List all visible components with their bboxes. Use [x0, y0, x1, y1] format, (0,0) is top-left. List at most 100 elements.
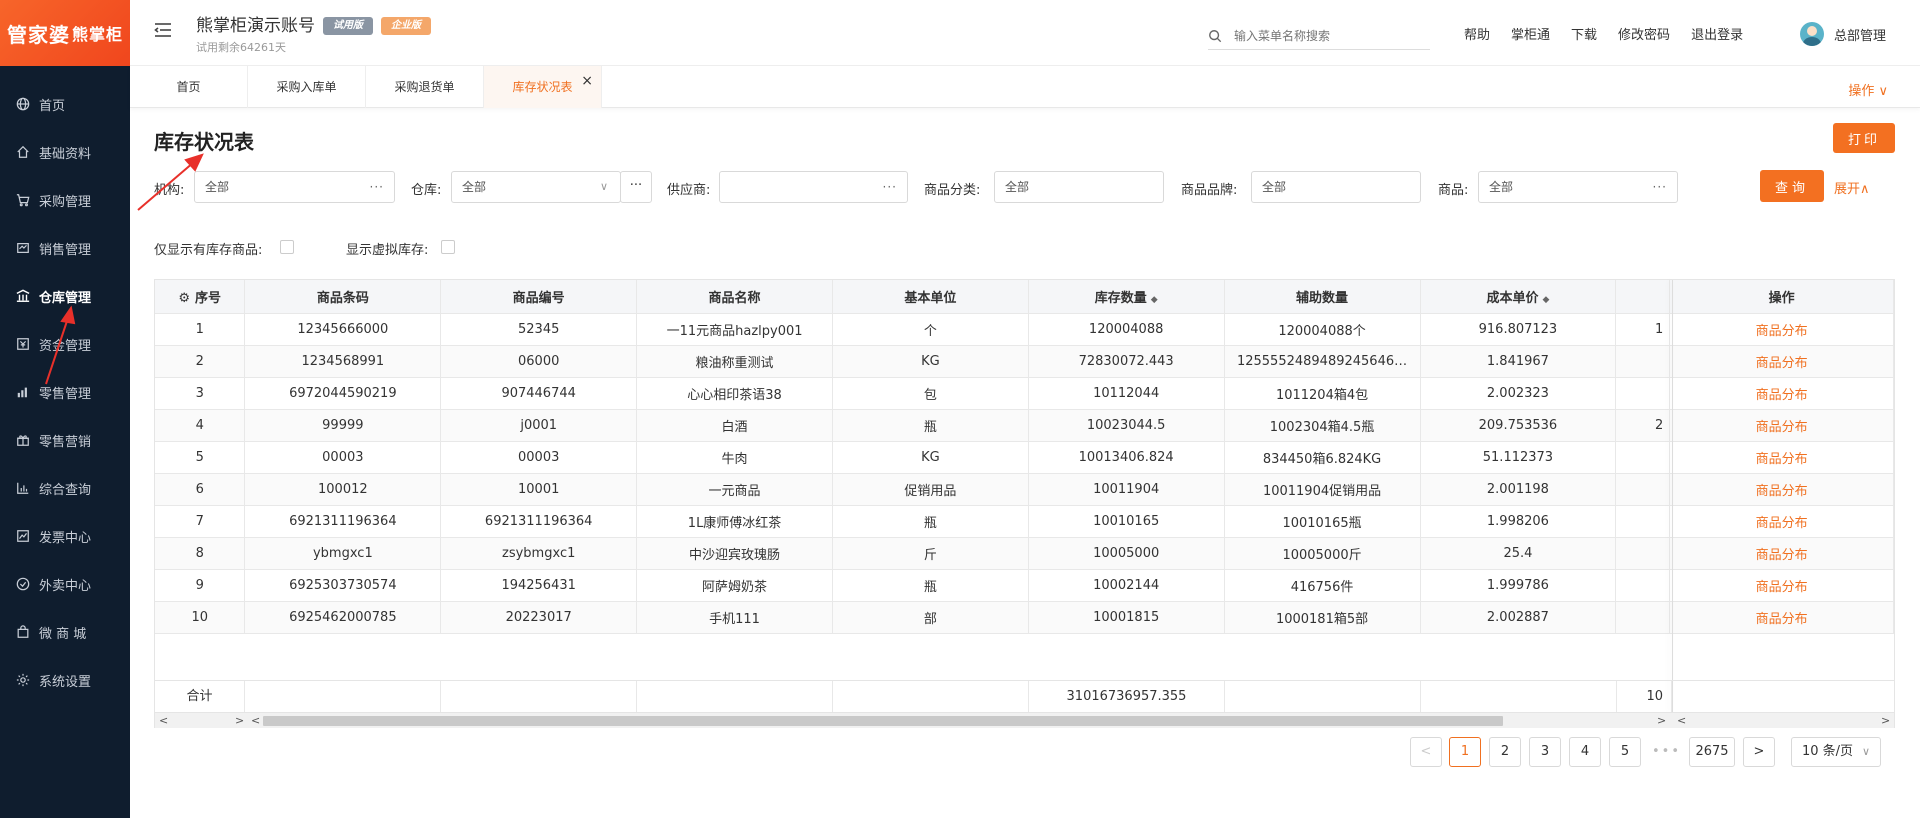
table-row[interactable]: 8 ybmgxc1 zsybmgxc1 中沙迎宾玫瑰肠斤 10005000 1000500… — [155, 537, 1894, 570]
scrollbar-thumb[interactable] — [263, 716, 1503, 726]
sidebar-item-marketing[interactable]: 零售营销 — [0, 416, 130, 464]
sidebar-item-delivery[interactable]: 外卖中心 — [0, 560, 130, 608]
brand-filter-label: 商品品牌: — [1181, 183, 1238, 198]
help-link[interactable]: 帮助 — [1464, 24, 1490, 43]
account-name: 熊掌柜演示账号 — [196, 16, 315, 36]
expand-filters-link[interactable]: 展开∧ — [1834, 178, 1870, 197]
tab-purchase-return[interactable]: 采购退货单 — [366, 66, 484, 108]
cell-operation[interactable]: 商品分布 — [1669, 441, 1894, 474]
warehouse-more-button[interactable]: ··· — [620, 171, 652, 203]
sidebar-item-sales[interactable]: 销售管理 — [0, 224, 130, 272]
horizontal-scrollbar[interactable]: < > < > < > — [155, 712, 1894, 728]
col-index[interactable]: ⚙ 序号 — [155, 280, 246, 314]
download-link[interactable]: 下载 — [1571, 24, 1597, 43]
scroll-right-icon[interactable]: > — [235, 713, 244, 729]
cell-operation[interactable]: 商品分布 — [1669, 313, 1894, 346]
sort-icon[interactable]: ◆ — [1542, 295, 1549, 305]
table-row[interactable]: 2 1234568991 06000 粮油称重测试 KG 72830072.443 1255… — [155, 345, 1894, 378]
table-total-row: 合计 31016736957.355 10 — [155, 680, 1894, 713]
supplier-filter-input[interactable]: ··· — [719, 171, 908, 203]
sidebar-item-invoice[interactable]: 发票中心 — [0, 512, 130, 560]
zhanggui-link[interactable]: 掌柜通 — [1511, 24, 1550, 43]
cell-barcode: 6925462000785 — [244, 601, 442, 634]
scroll-right-icon[interactable]: > — [1657, 713, 1666, 729]
scroll-left-icon[interactable]: < — [251, 713, 260, 729]
settings-icon[interactable]: ⚙ — [178, 291, 190, 306]
page-size-select[interactable]: 10 条/页 ∨ — [1791, 737, 1881, 767]
home-icon — [16, 145, 30, 159]
sidebar-item-basic-data[interactable]: 基础资料 — [0, 128, 130, 176]
warehouse-filter-select[interactable]: 全部 ∨ — [451, 171, 621, 203]
table-row[interactable]: 9 6925303730574 194256431 阿萨姆奶茶瓶 10002144 416… — [155, 569, 1894, 602]
next-page-button[interactable]: > — [1743, 737, 1775, 767]
cell-operation[interactable]: 商品分布 — [1669, 377, 1894, 410]
user-menu[interactable]: 总部管理 — [1800, 22, 1886, 46]
sidebar-item-query[interactable]: 综合查询 — [0, 464, 130, 512]
cell-operation[interactable]: 商品分布 — [1669, 537, 1894, 570]
sidebar-item-purchase[interactable]: 采购管理 — [0, 176, 130, 224]
prev-page-button[interactable]: < — [1410, 737, 1442, 767]
cell-operation[interactable]: 商品分布 — [1669, 345, 1894, 378]
sidebar-item-finance[interactable]: 资金管理 — [0, 320, 130, 368]
scroll-right-icon[interactable]: > — [1881, 713, 1890, 729]
print-button[interactable]: 打印 — [1833, 123, 1895, 153]
cell-product-code: 6921311196364 — [440, 505, 638, 538]
table-row[interactable]: 3 6972044590219 907446744 心心相印茶语38 包 10112044… — [155, 377, 1894, 410]
last-page-button[interactable]: 2675 — [1689, 737, 1735, 767]
page-3-button[interactable]: 3 — [1529, 737, 1561, 767]
page-4-button[interactable]: 4 — [1569, 737, 1601, 767]
tab-home[interactable]: 首页 — [130, 66, 248, 108]
cell-cost-price: 2.001198 — [1420, 473, 1617, 506]
cell-cost-price: 1.998206 — [1420, 505, 1617, 538]
sidebar-item-label: 采购管理 — [39, 194, 92, 210]
cell-operation[interactable]: 商品分布 — [1669, 601, 1894, 634]
cell-operation[interactable]: 商品分布 — [1669, 409, 1894, 442]
table-row[interactable]: 5 00003 00003 牛肉 KG 10013406.824 834450箱6.824K… — [155, 441, 1894, 474]
logout-link[interactable]: 退出登录 — [1691, 24, 1743, 43]
only-in-stock-checkbox[interactable] — [280, 240, 294, 254]
cell-hidden — [1615, 473, 1671, 506]
table-row[interactable]: 4 99999 j0001 白酒瓶 10023044.5 1002304箱4.5瓶 209.… — [155, 409, 1894, 442]
cell-operation[interactable]: 商品分布 — [1669, 569, 1894, 602]
scroll-left-icon[interactable]: < — [1677, 713, 1686, 729]
table-row[interactable]: 6 100012 10001 一元商品 促销用品 10011904 10011904促销用品… — [155, 473, 1894, 506]
menu-toggle-icon[interactable] — [154, 22, 172, 38]
brand-filter-input[interactable]: 全部 — [1251, 171, 1421, 203]
gift-icon — [16, 433, 30, 447]
cell-operation[interactable]: 商品分布 — [1669, 473, 1894, 506]
table-row[interactable]: 10 6925462000785 20223017 手机111 部 10001815 100… — [155, 601, 1894, 634]
cell-product-code: 06000 — [440, 345, 638, 378]
show-virtual-stock-checkbox[interactable] — [441, 240, 455, 254]
page-5-button[interactable]: 5 — [1609, 737, 1641, 767]
tab-purchase-inbound[interactable]: 采购入库单 — [248, 66, 366, 108]
sort-icon[interactable]: ◆ — [1151, 295, 1158, 305]
col-cost-price[interactable]: 成本单价 ◆ — [1420, 280, 1617, 314]
page-1-button[interactable]: 1 — [1449, 737, 1481, 767]
menu-search-input[interactable] — [1234, 28, 1424, 43]
sidebar-item-warehouse[interactable]: 仓库管理 — [0, 272, 130, 320]
page-2-button[interactable]: 2 — [1489, 737, 1521, 767]
product-filter-input[interactable]: 全部 ··· — [1478, 171, 1678, 203]
change-password-link[interactable]: 修改密码 — [1618, 24, 1670, 43]
query-button[interactable]: 查询 — [1760, 170, 1824, 202]
cell-operation[interactable]: 商品分布 — [1669, 505, 1894, 538]
sidebar-item-settings[interactable]: 系统设置 — [0, 656, 130, 704]
category-filter-input[interactable]: 全部 — [994, 171, 1164, 203]
sidebar-item-retail[interactable]: 零售管理 — [0, 368, 130, 416]
table-row[interactable]: 1 12345666000 52345 一11元商品hazlpy001 个 1200040… — [155, 313, 1894, 346]
sidebar-item-mall[interactable]: 微 商 城 — [0, 608, 130, 656]
sidebar-item-home[interactable]: 首页 — [0, 80, 130, 128]
sidebar-item-label: 系统设置 — [39, 674, 92, 690]
chart-icon — [16, 385, 30, 399]
col-stock-qty[interactable]: 库存数量 ◆ — [1028, 280, 1225, 314]
tab-inventory-status[interactable]: 库存状况表 × — [484, 66, 602, 108]
tabs-operations-menu[interactable]: 操作 ∨ — [1848, 80, 1888, 99]
scroll-left-icon[interactable]: < — [159, 713, 168, 729]
pagination-ellipsis[interactable]: ••• — [1652, 737, 1681, 767]
org-filter-input[interactable]: 全部 ··· — [194, 171, 395, 203]
table-row[interactable]: 7 6921311196364 6921311196364 1L康师傅冰红茶瓶 1001… — [155, 505, 1894, 538]
close-icon[interactable]: × — [581, 60, 593, 102]
cell-product-code: 907446744 — [440, 377, 638, 410]
more-icon: ··· — [1652, 180, 1667, 194]
cell-aux-qty: 1255552489489245646… — [1224, 345, 1421, 378]
